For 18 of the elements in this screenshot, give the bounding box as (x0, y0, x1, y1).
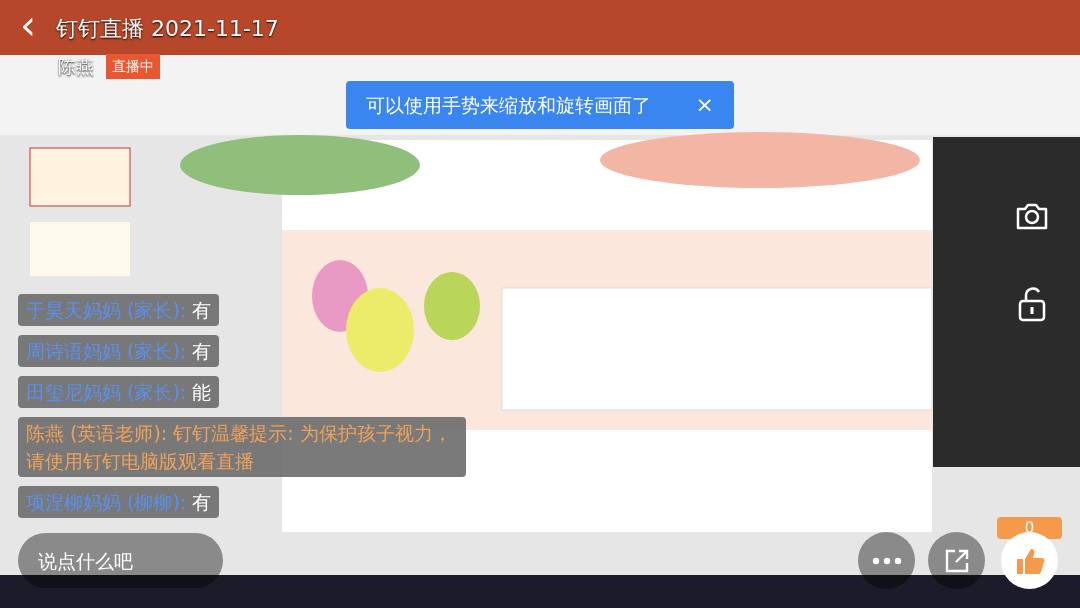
share-button[interactable] (928, 532, 985, 589)
chat-comment: 于昊天妈妈 (家长): 有 (18, 294, 220, 326)
close-button[interactable]: × (695, 94, 714, 116)
host-name: 陈燕 (58, 55, 94, 79)
chat-comment: 项涅柳妈妈 (柳柳): 有 (18, 486, 220, 518)
share-icon (943, 547, 970, 574)
more-icon (871, 556, 902, 565)
toast-message: 可以使用手势来缩放和旋转画面了 (366, 92, 651, 118)
stream-title: 钉钉直播 2021-11-17 (56, 15, 279, 43)
chat-comment: 周诗语妈妈 (家长): 有 (18, 335, 220, 367)
more-button[interactable] (858, 532, 915, 589)
live-badge: 直播中 (106, 54, 160, 79)
unlock-icon[interactable] (1016, 286, 1048, 322)
chat-comment: 田玺尼妈妈 (家长): 能 (18, 376, 220, 408)
thumbs-up-icon (1014, 546, 1045, 575)
back-button[interactable]: ‹ (12, 6, 44, 43)
like-count: 0 (997, 517, 1062, 539)
chat-comment: 陈燕 (英语老师): 钉钉温馨提示: 为保护孩子视力，请使用钉钉电脑版观看直播 (18, 417, 466, 477)
